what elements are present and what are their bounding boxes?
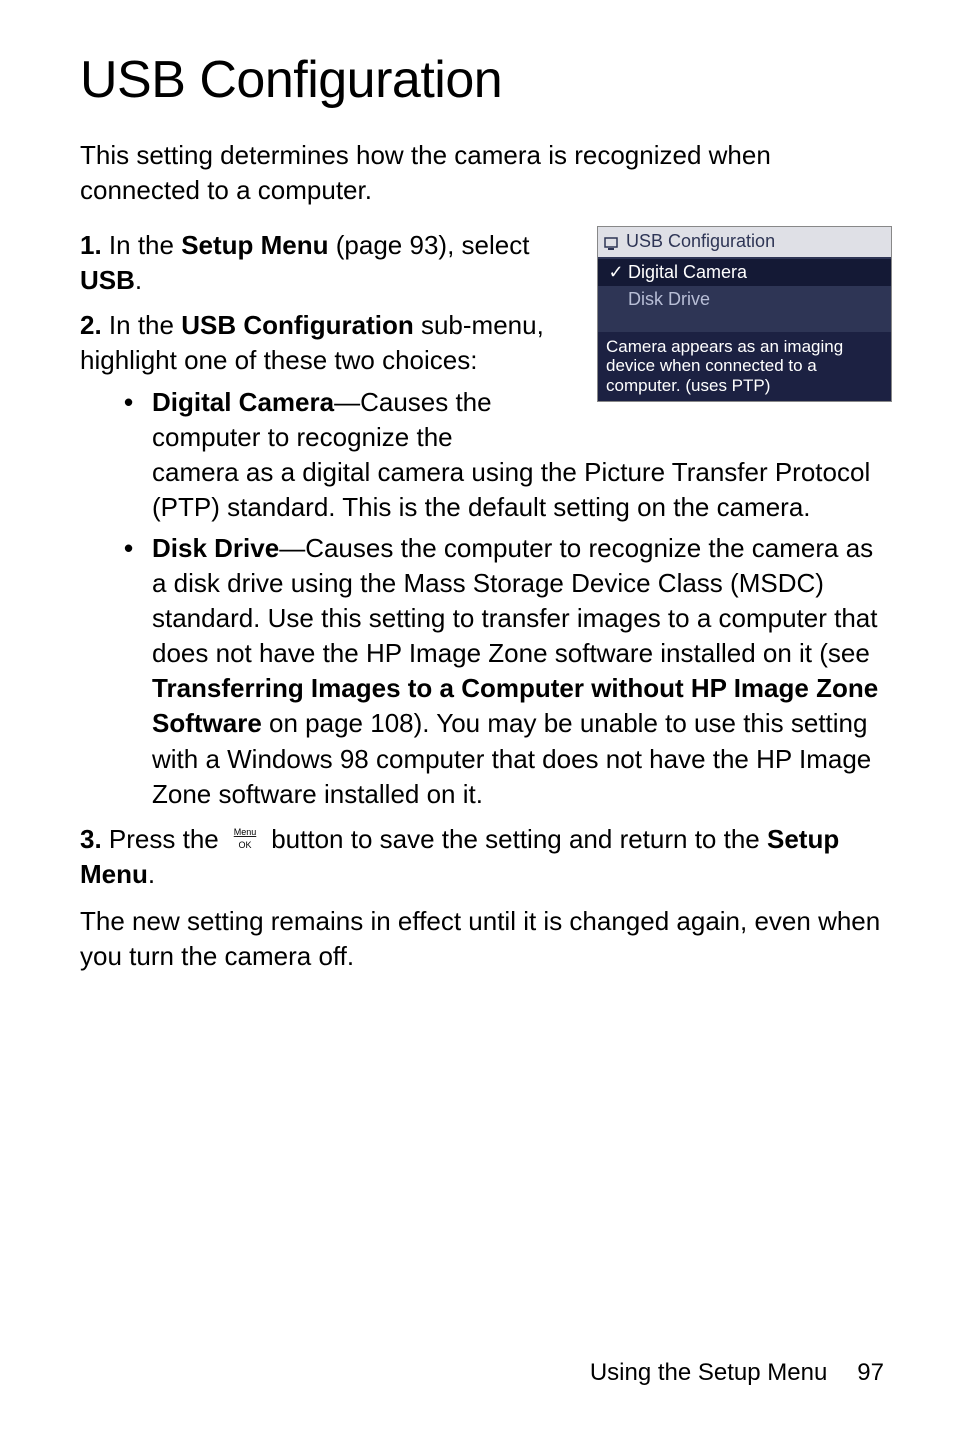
step-number: 2. <box>80 310 102 340</box>
step-text: In the <box>109 310 181 340</box>
choice-disk-drive: Disk Drive—Causes the computer to recogn… <box>80 531 884 812</box>
step-number: 1. <box>80 230 102 260</box>
choice-name: Digital Camera <box>152 387 334 417</box>
step-text: button to save the setting and return to… <box>264 824 767 854</box>
usb-config-ref: USB Configuration <box>181 310 414 340</box>
footer-section: Using the Setup Menu <box>590 1359 827 1387</box>
setup-menu-ref: Setup Menu <box>181 230 328 260</box>
step-text: In the <box>109 230 181 260</box>
step-text: . <box>135 265 142 295</box>
usb-label: USB <box>80 265 135 295</box>
step-text: Press the <box>109 824 226 854</box>
step-number: 3. <box>80 824 102 854</box>
svg-text:OK: OK <box>238 840 251 850</box>
step-text: (page 93), select <box>329 230 530 260</box>
step-2: 2. In the USB Configuration sub-menu, hi… <box>80 308 884 811</box>
choice-digital-camera: Digital Camera—Causes the computer to re… <box>80 385 884 525</box>
page-footer: Using the Setup Menu 97 <box>590 1359 884 1387</box>
page-number: 97 <box>857 1359 884 1387</box>
svg-text:Menu: Menu <box>234 827 257 837</box>
intro-text: This setting determines how the camera i… <box>80 138 884 208</box>
closing-text: The new setting remains in effect until … <box>80 904 884 974</box>
step-1: 1. In the Setup Menu (page 93), select U… <box>80 228 884 298</box>
page-title: USB Configuration <box>80 50 884 110</box>
steps-list: 1. In the Setup Menu (page 93), select U… <box>80 228 884 892</box>
step-3: 3. Press the Menu OK button to save the s… <box>80 822 884 892</box>
step-text: . <box>148 859 155 889</box>
choice-name: Disk Drive <box>152 533 279 563</box>
choice-text: camera as a digital camera using the Pic… <box>152 457 870 522</box>
choices-list: Digital Camera—Causes the computer to re… <box>80 385 884 812</box>
menu-ok-button-icon: Menu OK <box>226 824 264 854</box>
